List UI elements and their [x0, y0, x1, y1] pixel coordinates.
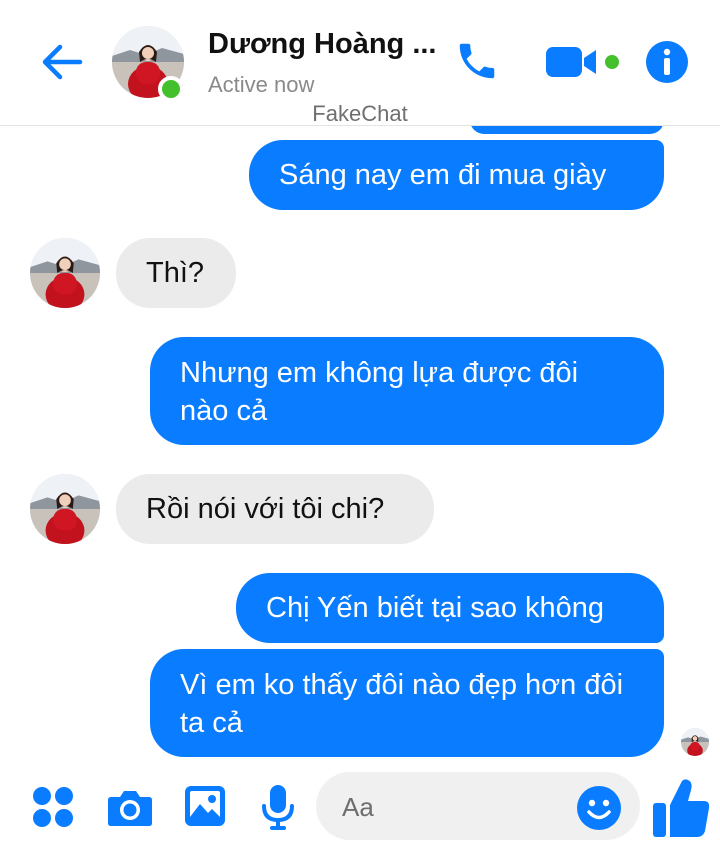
sender-avatar[interactable]	[30, 474, 100, 544]
message-bubble-outgoing[interactable]: Vì em ko thấy đôi nào đẹp hơn đôi ta cả	[150, 649, 664, 757]
info-button[interactable]	[645, 40, 689, 84]
gallery-button[interactable]	[182, 782, 228, 830]
fakechat-watermark: FakeChat	[312, 101, 408, 126]
back-button[interactable]	[38, 40, 86, 84]
message-bubble-incoming[interactable]: Thì?	[116, 238, 236, 308]
smiley-icon	[577, 786, 621, 830]
voice-message-button[interactable]	[258, 782, 298, 832]
voice-call-button[interactable]	[452, 38, 502, 84]
contact-name[interactable]: Dương Hoàng ...	[208, 28, 437, 61]
message-bubble-outgoing[interactable]: Sáng nay em đi mua giày	[249, 140, 664, 210]
message-bubble-outgoing[interactable]: Nhưng em không lựa được đôi nào cả	[150, 337, 664, 445]
composer-bar: Aa	[0, 768, 720, 846]
like-button[interactable]	[650, 776, 712, 840]
sender-avatar[interactable]	[30, 238, 100, 308]
arrow-left-icon	[42, 44, 83, 80]
seen-indicator-avatar	[681, 728, 709, 756]
microphone-icon	[262, 785, 294, 830]
camera-icon	[108, 791, 152, 826]
video-call-button[interactable]	[544, 40, 626, 84]
message-input-placeholder: Aa	[342, 792, 374, 822]
message-bubble-incoming[interactable]: Rồi nói với tôi chi?	[116, 474, 434, 544]
emoji-button[interactable]	[576, 785, 621, 830]
more-actions-button[interactable]	[30, 784, 76, 830]
active-status: Active now	[208, 72, 315, 97]
image-icon	[185, 786, 225, 826]
four-dots-icon	[33, 787, 73, 827]
message-bubble-outgoing[interactable]: Chị Yến biết tại sao không	[236, 573, 664, 643]
chat-header: Dương Hoàng ... Active now FakeChat	[0, 0, 720, 126]
camera-button[interactable]	[106, 784, 154, 830]
online-status-dot	[158, 76, 184, 102]
message-input[interactable]: Aa	[316, 772, 640, 840]
phone-icon	[459, 43, 495, 79]
video-camera-icon	[546, 47, 619, 77]
thumbs-up-icon	[653, 779, 710, 837]
info-icon	[646, 41, 688, 83]
